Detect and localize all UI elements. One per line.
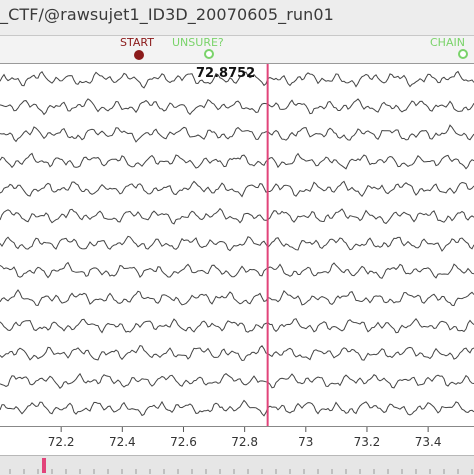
time-axis: 72.2 72.4 72.6 72.8 73 73.2 73.4 (0, 426, 474, 455)
event-marker-bar[interactable]: START UNSURE? CHAIN (0, 36, 474, 64)
axis-tick-label: 72.2 (48, 435, 75, 449)
axis-tick-label: 72.6 (170, 435, 197, 449)
channel-trace (0, 372, 474, 389)
marker-chain-dot[interactable] (458, 49, 468, 59)
channel-trace (0, 318, 474, 334)
time-axis-svg: 72.2 72.4 72.6 72.8 73 73.2 73.4 (48, 427, 442, 449)
window-title: _CTF/@rawsujet1_ID3D_20070605_run01 (0, 5, 334, 24)
window-titlebar: _CTF/@rawsujet1_ID3D_20070605_run01 (0, 0, 474, 36)
marker-unsure-label[interactable]: UNSURE? (172, 36, 224, 49)
meg-traces-svg[interactable] (0, 64, 474, 426)
axis-tick-label: 73 (298, 435, 313, 449)
channel-trace (0, 399, 474, 417)
axis-tick-label: 72.4 (109, 435, 136, 449)
channel-trace (0, 235, 474, 252)
channel-trace (0, 180, 474, 198)
channel-trace (0, 152, 474, 170)
axis-tick-label: 73.2 (354, 435, 381, 449)
marker-chain-label[interactable]: CHAIN (430, 36, 465, 49)
channel-trace (0, 345, 474, 362)
axis-tick-label: 73.4 (415, 435, 442, 449)
channel-trace (0, 289, 474, 307)
marker-unsure-dot[interactable] (204, 49, 214, 59)
axis-tick-label: 72.8 (231, 435, 258, 449)
channel-trace (0, 261, 474, 279)
marker-start-label[interactable]: START (120, 36, 154, 49)
timeline-scrollbar[interactable] (0, 455, 474, 475)
cursor-time-label: 72.8752 (196, 66, 256, 81)
timeline-ticks-svg (9, 469, 473, 474)
marker-start-dot[interactable] (134, 50, 144, 60)
channel-trace (0, 207, 474, 225)
channel-trace (0, 124, 474, 143)
meg-traces-plot[interactable] (0, 64, 474, 426)
channel-trace (0, 98, 474, 116)
